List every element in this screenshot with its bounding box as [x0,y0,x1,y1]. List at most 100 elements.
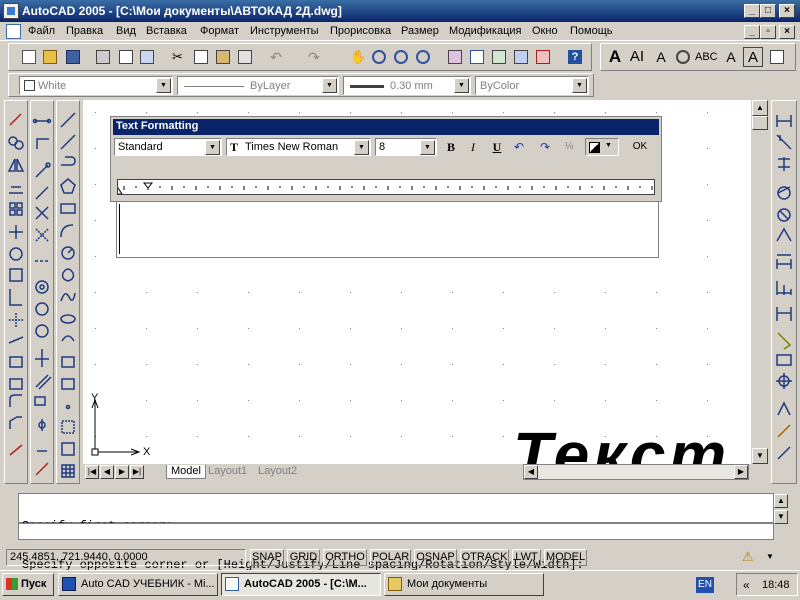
cmd-scroll-up-icon[interactable]: ▲ [774,494,788,508]
chevron-down-icon[interactable]: ▼ [205,140,220,155]
multiline-text-icon[interactable]: A [605,47,625,67]
minimize-button[interactable]: _ [744,4,760,18]
underline-button[interactable]: U [487,138,507,156]
plotstyle-control-combo[interactable]: ByColor ▼ [475,76,589,95]
menu-window[interactable]: Окно [532,25,558,37]
doc-minimize-button[interactable]: _ [744,25,760,39]
open-icon[interactable] [40,47,60,67]
tab-layout1[interactable]: Layout1 [208,465,247,479]
pan-icon[interactable]: ✋ [347,47,367,67]
menu-help[interactable]: Помощь [570,25,613,37]
markup-icon[interactable] [533,47,553,67]
lineweight-control-combo[interactable]: 0.30 mm ▼ [343,76,471,95]
drawing-text-object[interactable]: Текст 1 [513,418,751,464]
help-icon[interactable]: ? [565,47,585,67]
menu-file[interactable]: Файл [28,25,55,37]
scroll-right-arrow-icon[interactable]: ▶ [734,465,748,479]
scroll-left-arrow-icon[interactable]: ◀ [524,465,538,479]
autocad-app-icon[interactable] [3,3,19,19]
coordinates-display[interactable]: 245.4851, 721.9440, 0.0000 [6,549,246,566]
snap-toggle[interactable]: SNAP [250,549,284,566]
tray-expand-icon[interactable]: « [743,578,750,592]
chevron-down-icon[interactable]: ▼ [354,140,369,155]
osnap-toggle[interactable]: OSNAP [414,549,457,566]
menu-tools[interactable]: Инструменты [250,25,319,37]
task-my-documents[interactable]: Мои документы [384,573,544,596]
mtext-edit-area[interactable] [116,202,659,258]
vertical-scrollbar[interactable]: ▲ ▼ [752,100,768,464]
menu-view[interactable]: Вид [116,25,136,37]
chevron-down-icon[interactable]: ▼ [156,78,171,93]
zoom-window-icon[interactable] [391,47,411,67]
scale-text-icon[interactable]: A [743,47,763,67]
text-style-icon[interactable]: A [721,47,741,67]
text-color-combo[interactable]: ▼ [585,138,619,156]
text-formatting-title[interactable]: Text Formatting [113,119,659,135]
close-button[interactable]: × [779,4,795,18]
task-autocad-2005[interactable]: AutoCAD 2005 - [C:\М... [221,573,381,596]
tool-palettes-icon[interactable] [489,47,509,67]
grid-toggle[interactable]: GRID [287,549,320,566]
model-toggle[interactable]: MODEL [544,549,587,566]
copy-icon[interactable] [191,47,211,67]
save-icon[interactable] [63,47,83,67]
properties-icon[interactable] [445,47,465,67]
menu-dimension[interactable]: Размер [401,25,439,37]
justify-text-icon[interactable] [767,47,787,67]
tab-layout2[interactable]: Layout2 [258,465,297,479]
text-style-combo[interactable]: Standard ▼ [114,138,222,156]
undo-icon[interactable]: ↶ [267,47,287,67]
design-center-icon[interactable] [467,47,487,67]
redo-icon[interactable]: ↷ [305,47,325,67]
chevron-down-icon[interactable]: ▼ [572,78,587,93]
next-tab-icon[interactable]: ▶ [115,465,129,479]
otrack-toggle[interactable]: OTRACK [460,549,509,566]
doc-close-button[interactable]: × [779,25,795,39]
publish-icon[interactable] [137,47,157,67]
cut-icon[interactable]: ✂ [169,47,189,67]
preview-icon[interactable] [116,47,136,67]
menu-format[interactable]: Формат [200,25,239,37]
mtext-ruler[interactable] [113,179,655,195]
bold-button[interactable]: B [441,138,461,156]
last-tab-icon[interactable]: ▶| [130,465,144,479]
ortho-toggle[interactable]: ORTHO [323,549,367,566]
paste-icon[interactable] [213,47,233,67]
menu-insert[interactable]: Вставка [146,25,187,37]
spelling-icon[interactable]: ABC [695,47,718,67]
redo-icon[interactable]: ↷ [535,138,555,156]
match-properties-icon[interactable] [235,47,255,67]
first-tab-icon[interactable]: |◀ [85,465,99,479]
status-menu-chevron-icon[interactable]: ▼ [766,552,774,561]
stack-icon[interactable]: ⅛ [559,138,579,156]
task-autocad-tutorial[interactable]: Auto CAD УЧЕБНИК - Mi... [58,573,218,596]
doc-restore-button[interactable]: ▫ [760,25,776,39]
command-input[interactable] [18,523,774,540]
document-icon[interactable] [6,24,21,39]
undo-icon[interactable]: ↶ [509,138,529,156]
linetype-control-combo[interactable]: ByLayer ▼ [177,76,339,95]
tab-model[interactable]: Model [166,465,206,479]
italic-button[interactable]: I [463,138,483,156]
maximize-button[interactable]: □ [760,4,776,18]
find-replace-icon[interactable] [673,47,693,67]
font-combo[interactable]: T Times New Roman ▼ [226,138,371,156]
lwt-toggle[interactable]: LWT [512,549,541,566]
menu-modify[interactable]: Модификация [449,25,522,37]
zoom-realtime-icon[interactable] [369,47,389,67]
prev-tab-icon[interactable]: ◀ [100,465,114,479]
single-line-text-icon[interactable]: AI [627,47,647,67]
chevron-down-icon[interactable]: ▼ [420,140,435,155]
edit-text-icon[interactable]: A [651,47,671,67]
menu-edit[interactable]: Правка [66,25,103,37]
menu-draw[interactable]: Прорисовка [330,25,391,37]
scroll-up-arrow-icon[interactable]: ▲ [752,100,768,116]
scroll-down-arrow-icon[interactable]: ▼ [752,448,768,464]
color-control-combo[interactable]: White ▼ [19,76,173,95]
polar-toggle[interactable]: POLAR [370,549,411,566]
ok-button[interactable]: OK [627,138,653,156]
tray-warning-icon[interactable]: ⚠ [742,549,760,565]
print-icon[interactable] [93,47,113,67]
cmd-scroll-down-icon[interactable]: ▼ [774,510,788,524]
language-indicator[interactable]: EN [696,577,714,593]
